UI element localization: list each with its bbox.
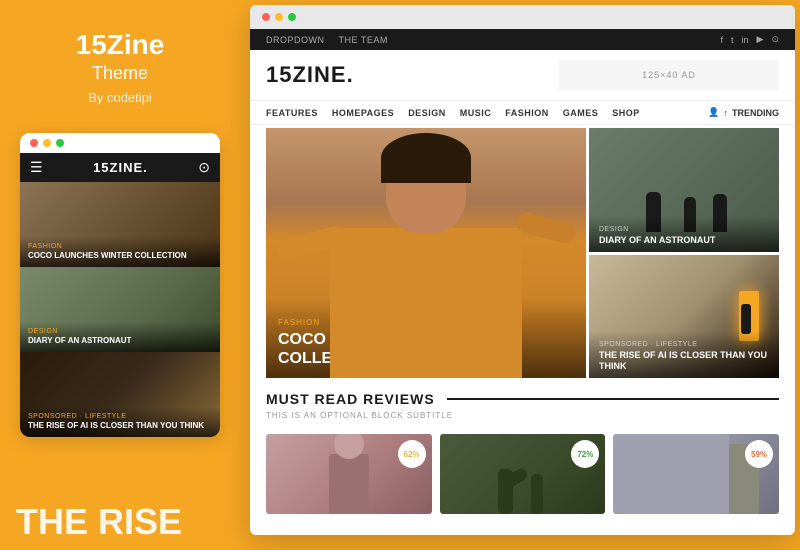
trending-icon: ↑ bbox=[724, 108, 729, 118]
phone-card-3: SPONSORED · LIFESTYLE THE RISE OF AI IS … bbox=[20, 352, 220, 437]
phone-dot-red bbox=[30, 139, 38, 147]
must-read-header: MUST READ REVIEWS bbox=[266, 391, 779, 407]
twitter-icon[interactable]: t bbox=[731, 35, 734, 45]
hero-main-card[interactable]: FASHION COCO LAUNCHES WINTER COLLECTION bbox=[266, 128, 586, 378]
nav-features[interactable]: FEATURES bbox=[266, 108, 318, 118]
ad-banner: 125×40 AD bbox=[559, 60, 779, 90]
site-header: DROPDOWN THE TEAM f t in ▶ ⊙ 15ZINE. 125… bbox=[250, 29, 795, 125]
left-panel: 15Zine Theme By codetipi ☰ 15ZINE. ⊙ FAS… bbox=[0, 0, 240, 550]
search-icon[interactable]: ⊙ bbox=[771, 34, 779, 45]
top-bar-social: f t in ▶ ⊙ bbox=[720, 34, 779, 45]
phone-nav: ☰ 15ZINE. ⊙ bbox=[20, 153, 220, 182]
must-read-subtitle: THIS IS AN OPTIONAL BLOCK SUBTITLE bbox=[266, 411, 779, 420]
trending-button[interactable]: 👤 ↑ TRENDING bbox=[708, 107, 779, 118]
phone-card-3-category: SPONSORED · LIFESTYLE bbox=[28, 413, 212, 420]
top-bar: DROPDOWN THE TEAM f t in ▶ ⊙ bbox=[250, 29, 795, 50]
phone-dot-green bbox=[56, 139, 64, 147]
site-logo: 15ZINE. bbox=[266, 62, 354, 88]
nav-dropdown[interactable]: DROPDOWN bbox=[266, 35, 325, 45]
instagram-icon[interactable]: in bbox=[742, 35, 749, 45]
article-card-3[interactable]: 59% bbox=[613, 434, 779, 514]
must-read-divider bbox=[447, 398, 779, 400]
browser-dot-yellow bbox=[275, 13, 283, 21]
phone-card-2-category: DESIGN bbox=[28, 328, 212, 335]
hero-side-card-1[interactable]: DESIGN DIARY OF AN ASTRONAUT bbox=[589, 128, 779, 252]
user-icon: 👤 bbox=[708, 107, 719, 118]
articles-row: 62% 72% 59% bbox=[250, 434, 795, 514]
browser-chrome bbox=[250, 5, 795, 29]
browser-dot-green bbox=[288, 13, 296, 21]
nav-design[interactable]: DESIGN bbox=[408, 108, 446, 118]
phone-card-2: DESIGN DIARY OF AN ASTRONAUT bbox=[20, 267, 220, 352]
score-badge-1: 62% bbox=[398, 440, 426, 468]
nav-homepages[interactable]: HOMEPAGES bbox=[332, 108, 394, 118]
browser-window: DROPDOWN THE TEAM f t in ▶ ⊙ 15ZINE. 125… bbox=[250, 5, 795, 535]
nav-team[interactable]: THE TEAM bbox=[339, 35, 388, 45]
phone-chrome bbox=[20, 133, 220, 153]
logo-bar: 15ZINE. 125×40 AD bbox=[250, 50, 795, 101]
hero-side-card-2[interactable]: SPONSORED · LIFESTYLE THE RISE OF AI IS … bbox=[589, 255, 779, 379]
article-card-1[interactable]: 62% bbox=[266, 434, 432, 514]
article-card-2[interactable]: 72% bbox=[440, 434, 606, 514]
must-read-title: MUST READ REVIEWS bbox=[266, 391, 435, 407]
phone-card-1-category: FASHION bbox=[28, 243, 212, 250]
hero-side: DESIGN DIARY OF AN ASTRONAUT SPONSORED ·… bbox=[589, 128, 779, 378]
nav-shop[interactable]: SHOP bbox=[612, 108, 640, 118]
hero-side-2-category: SPONSORED · LIFESTYLE bbox=[599, 341, 769, 348]
must-read-section: MUST READ REVIEWS THIS IS AN OPTIONAL BL… bbox=[250, 381, 795, 434]
bottom-rise-text: ThE RISE bbox=[0, 494, 240, 550]
phone-card-3-title: THE RISE OF AI IS CLOSER THAN YOU THINK bbox=[28, 421, 212, 431]
browser-dot-red bbox=[262, 13, 270, 21]
hero-side-1-category: DESIGN bbox=[599, 226, 769, 233]
hamburger-icon: ☰ bbox=[30, 159, 43, 176]
nav-music[interactable]: MUSIC bbox=[460, 108, 492, 118]
hero-section: FASHION COCO LAUNCHES WINTER COLLECTION … bbox=[250, 125, 795, 381]
youtube-icon[interactable]: ▶ bbox=[757, 34, 764, 45]
facebook-icon[interactable]: f bbox=[720, 35, 723, 45]
top-bar-nav: DROPDOWN THE TEAM bbox=[266, 35, 388, 45]
hero-side-1-title: DIARY OF AN ASTRONAUT bbox=[599, 235, 769, 246]
main-nav-links: FEATURES HOMEPAGES DESIGN MUSIC FASHION … bbox=[266, 108, 640, 118]
phone-mockup: ☰ 15ZINE. ⊙ FASHION COCO LAUNCHES WINTER… bbox=[20, 133, 220, 437]
score-badge-3: 59% bbox=[745, 440, 773, 468]
nav-fashion[interactable]: FASHION bbox=[505, 108, 549, 118]
phone-search-icon: ⊙ bbox=[198, 159, 210, 176]
phone-card-1-title: COCO LAUNCHES WINTER COLLECTION bbox=[28, 251, 212, 261]
phone-card-1: FASHION COCO LAUNCHES WINTER COLLECTION bbox=[20, 182, 220, 267]
phone-card-2-title: DIARY OF AN ASTRONAUT bbox=[28, 336, 212, 346]
nav-games[interactable]: GAMES bbox=[563, 108, 599, 118]
phone-dot-yellow bbox=[43, 139, 51, 147]
brand-title: 15Zine Theme By codetipi bbox=[76, 30, 165, 105]
main-nav: FEATURES HOMEPAGES DESIGN MUSIC FASHION … bbox=[250, 101, 795, 125]
hero-side-2-title: THE RISE OF AI IS CLOSER THAN YOU THINK bbox=[599, 350, 769, 372]
